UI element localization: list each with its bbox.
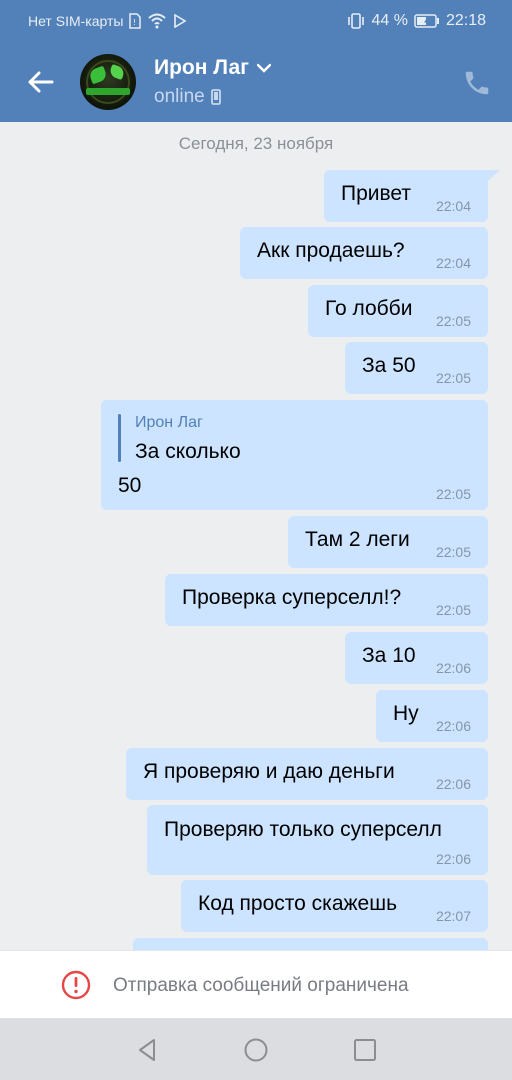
reply-author: Ирон Лаг bbox=[135, 414, 203, 431]
battery-icon bbox=[414, 14, 440, 28]
message-text: Го лобби bbox=[325, 297, 413, 320]
data-saver-icon bbox=[173, 14, 188, 28]
system-navigation-bar bbox=[0, 1018, 512, 1080]
square-recents-icon[interactable] bbox=[352, 1037, 378, 1063]
message-text: Код просто скажешь bbox=[198, 892, 398, 915]
message-text: За 50 bbox=[362, 354, 416, 377]
message-time: 22:06 bbox=[435, 776, 471, 792]
vibrate-icon bbox=[347, 13, 365, 29]
message-text: Проверяю только суперселл bbox=[164, 818, 442, 841]
message-bubble[interactable]: Го лобби 22:05 bbox=[308, 285, 488, 337]
call-button[interactable] bbox=[462, 68, 492, 98]
circle-home-icon[interactable] bbox=[243, 1037, 269, 1063]
avatar[interactable] bbox=[80, 54, 136, 110]
message-text: Ну bbox=[393, 702, 419, 725]
message-bubble[interactable]: Я проверяю и даю деньги 22:06 bbox=[126, 748, 488, 800]
exclamation-circle-icon bbox=[61, 970, 91, 1000]
message-bubble[interactable]: Проверяю только суперселл 22:06 bbox=[147, 805, 488, 875]
message-text: За 10 bbox=[362, 644, 416, 667]
message-list[interactable]: Сегодня, 23 ноября Привет 22:04 Акк прод… bbox=[0, 122, 512, 950]
message-bubble[interactable]: Проверка суперселл!? 22:05 bbox=[165, 574, 488, 626]
phone-device-icon bbox=[210, 89, 221, 105]
message-time: 22:06 bbox=[435, 660, 471, 676]
message-bubble[interactable]: Привет 22:04 bbox=[324, 170, 488, 222]
message-time: 22:05 bbox=[435, 486, 471, 502]
message-bubble[interactable]: Акк продаешь? 22:04 bbox=[240, 227, 488, 279]
message-text: Проверка суперселл!? bbox=[182, 586, 402, 609]
message-time: 22:04 bbox=[435, 198, 471, 214]
message-text: Акк продаешь? bbox=[257, 239, 405, 262]
message-time: 22:05 bbox=[435, 602, 471, 618]
message-time: 22:04 bbox=[435, 255, 471, 271]
message-time: 22:05 bbox=[435, 313, 471, 329]
top-bar: Нет SIM-карты ! 44 % 22:18 Ирон Лаг onli… bbox=[0, 0, 512, 122]
status-bar: Нет SIM-карты ! 44 % 22:18 bbox=[0, 0, 512, 42]
message-bubble-partial[interactable] bbox=[133, 938, 488, 950]
restriction-label: Отправка сообщений ограничена bbox=[113, 975, 409, 996]
chat-header: Ирон Лаг online bbox=[0, 42, 512, 122]
triangle-back-icon[interactable] bbox=[134, 1037, 160, 1063]
phone-call-icon bbox=[465, 71, 489, 95]
message-text: Привет bbox=[341, 182, 412, 205]
message-time: 22:06 bbox=[435, 851, 471, 867]
message-time: 22:05 bbox=[435, 370, 471, 386]
sim-icon: ! bbox=[129, 13, 142, 29]
message-text: Я проверяю и даю деньги bbox=[143, 760, 395, 783]
messaging-restricted-banner: Отправка сообщений ограничена bbox=[0, 950, 512, 1018]
carrier-label: Нет SIM-карты bbox=[28, 13, 124, 29]
svg-text:!: ! bbox=[133, 18, 136, 27]
back-button[interactable] bbox=[22, 64, 58, 100]
message-time: 22:07 bbox=[435, 908, 471, 924]
message-bubble[interactable]: За 10 22:06 bbox=[345, 632, 488, 684]
message-time: 22:05 bbox=[435, 544, 471, 560]
contact-status: online bbox=[154, 86, 205, 107]
wifi-icon bbox=[147, 13, 167, 29]
message-time: 22:06 bbox=[435, 718, 471, 734]
message-bubble[interactable]: Код просто скажешь 22:07 bbox=[181, 880, 488, 932]
message-text: Там 2 леги bbox=[305, 528, 410, 551]
message-bubble[interactable]: За 50 22:05 bbox=[345, 342, 488, 394]
reply-quote-bar bbox=[118, 414, 121, 462]
reply-quoted-text: За сколько bbox=[135, 440, 241, 463]
date-separator: Сегодня, 23 ноября bbox=[178, 134, 334, 153]
reply-message-bubble[interactable]: Ирон Лаг За сколько 50 22:05 bbox=[101, 400, 488, 510]
contact-info[interactable]: Ирон Лаг online bbox=[154, 56, 271, 108]
message-bubble[interactable]: Там 2 леги 22:05 bbox=[288, 516, 488, 568]
battery-percent: 44 % bbox=[371, 12, 408, 29]
clock: 22:18 bbox=[445, 12, 486, 29]
message-text: 50 bbox=[118, 474, 142, 497]
arrow-left-icon bbox=[28, 71, 54, 93]
message-bubble[interactable]: Ну 22:06 bbox=[376, 690, 488, 742]
contact-name: Ирон Лаг bbox=[154, 56, 249, 79]
chevron-down-icon bbox=[256, 63, 271, 73]
